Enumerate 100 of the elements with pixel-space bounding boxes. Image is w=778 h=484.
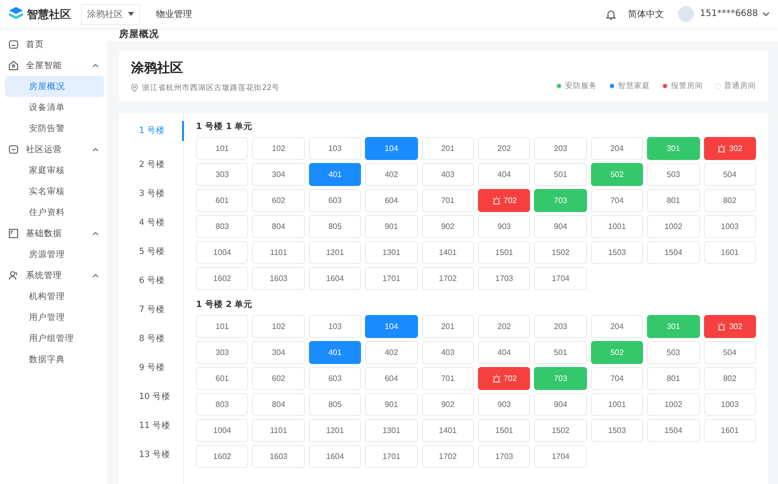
chevron-up-icon[interactable] — [92, 63, 99, 68]
room-tile[interactable]: 403 — [422, 163, 474, 186]
room-tile[interactable]: 204 — [590, 315, 644, 338]
room-tile[interactable]: 503 — [647, 163, 700, 186]
room-tile[interactable]: 203 — [534, 315, 587, 338]
sidebar-group[interactable]: 系统管理 — [0, 265, 107, 286]
room-tile[interactable]: 201 — [422, 315, 474, 338]
room-tile[interactable]: 504 — [704, 163, 756, 186]
building-tab[interactable]: 13 号楼 — [119, 440, 183, 469]
building-tab[interactable]: 4 号楼 — [119, 208, 183, 237]
room-tile[interactable]: 1704 — [534, 445, 587, 468]
user-name[interactable]: 151****6688 — [700, 9, 758, 19]
room-tile[interactable]: 1502 — [534, 241, 587, 264]
room-tile[interactable]: 501 — [534, 341, 587, 364]
room-tile[interactable]: 903 — [478, 215, 530, 238]
room-tile[interactable]: 602 — [252, 189, 305, 212]
room-tile[interactable]: 302 — [704, 315, 756, 338]
room-tile[interactable]: 102 — [252, 137, 305, 160]
building-tab[interactable]: 11 号楼 — [119, 411, 183, 440]
room-tile[interactable]: 603 — [308, 189, 362, 212]
room-tile[interactable]: 1002 — [647, 393, 700, 416]
nav-link[interactable]: 物业管理 — [156, 8, 192, 20]
room-tile[interactable]: 104 — [365, 315, 418, 338]
room-tile[interactable]: 201 — [422, 137, 474, 160]
room-tile[interactable]: 202 — [478, 315, 530, 338]
room-tile[interactable]: 901 — [365, 215, 418, 238]
building-tab[interactable]: 9 号楼 — [119, 353, 183, 382]
sidebar-item[interactable]: 用户管理 — [5, 307, 104, 328]
room-tile[interactable]: 604 — [365, 189, 418, 212]
room-tile[interactable]: 402 — [365, 341, 418, 364]
room-tile[interactable]: 1601 — [704, 419, 756, 442]
room-tile[interactable]: 303 — [196, 341, 248, 364]
room-tile[interactable]: 801 — [647, 189, 700, 212]
room-tile[interactable]: 1602 — [196, 445, 248, 468]
room-tile[interactable]: 902 — [422, 393, 474, 416]
sidebar-item[interactable]: 设备清单 — [5, 97, 104, 118]
room-tile[interactable]: 1401 — [422, 419, 474, 442]
community-select[interactable]: 涂鸦社区 — [81, 4, 140, 24]
room-tile[interactable]: 1604 — [308, 445, 362, 468]
room-tile[interactable]: 203 — [534, 137, 587, 160]
room-tile[interactable]: 202 — [478, 137, 530, 160]
room-tile[interactable]: 504 — [704, 341, 756, 364]
sidebar-group[interactable]: 全屋智能 — [0, 55, 107, 76]
sidebar-item[interactable]: 住户资料 — [5, 202, 104, 223]
room-tile[interactable]: 1604 — [308, 267, 362, 290]
building-tab[interactable]: 10 号楼 — [119, 382, 183, 411]
room-tile[interactable]: 802 — [704, 367, 756, 390]
room-tile[interactable]: 804 — [252, 393, 305, 416]
room-tile[interactable]: 805 — [308, 215, 362, 238]
room-tile[interactable]: 1504 — [647, 419, 700, 442]
room-tile[interactable]: 1001 — [590, 393, 644, 416]
room-tile[interactable]: 1301 — [365, 419, 418, 442]
room-tile[interactable]: 1003 — [704, 215, 756, 238]
room-tile[interactable]: 701 — [422, 367, 474, 390]
building-tab[interactable]: 1 号楼 — [119, 121, 184, 141]
room-tile[interactable]: 804 — [252, 215, 305, 238]
building-tab[interactable]: 2 号楼 — [119, 150, 183, 179]
sidebar-item[interactable]: 安防告警 — [5, 118, 104, 139]
room-tile[interactable]: 704 — [590, 189, 644, 212]
room-tile[interactable]: 404 — [478, 163, 530, 186]
sidebar-item[interactable]: 房屋概况 — [5, 76, 104, 97]
sidebar-group[interactable]: 首页 — [0, 34, 107, 55]
room-tile[interactable]: 401 — [308, 163, 362, 186]
sidebar-item[interactable]: 机构管理 — [5, 286, 104, 307]
room-tile[interactable]: 601 — [196, 367, 248, 390]
room-tile[interactable]: 104 — [365, 137, 418, 160]
room-tile[interactable]: 1702 — [422, 267, 474, 290]
language-label[interactable]: 简体中文 — [628, 8, 664, 20]
sidebar-item[interactable]: 用户组管理 — [5, 328, 104, 349]
room-tile[interactable]: 702 — [478, 189, 530, 212]
building-tab[interactable]: 7 号楼 — [119, 295, 183, 324]
room-tile[interactable]: 904 — [534, 393, 587, 416]
room-tile[interactable]: 702 — [478, 367, 530, 390]
room-tile[interactable]: 1702 — [422, 445, 474, 468]
room-tile[interactable]: 904 — [534, 215, 587, 238]
room-tile[interactable]: 1603 — [252, 267, 305, 290]
sidebar-item[interactable]: 家庭审核 — [5, 160, 104, 181]
room-tile[interactable]: 1003 — [704, 393, 756, 416]
sidebar-item[interactable]: 数据字典 — [5, 349, 104, 370]
room-tile[interactable]: 1201 — [308, 241, 362, 264]
room-tile[interactable]: 103 — [308, 137, 362, 160]
room-tile[interactable]: 302 — [704, 137, 756, 160]
room-tile[interactable]: 704 — [590, 367, 644, 390]
sidebar-item[interactable]: 实名审核 — [5, 181, 104, 202]
chevron-up-icon[interactable] — [92, 147, 99, 152]
chevron-up-icon[interactable] — [92, 231, 99, 236]
room-tile[interactable]: 1502 — [534, 419, 587, 442]
room-tile[interactable]: 902 — [422, 215, 474, 238]
room-tile[interactable]: 102 — [252, 315, 305, 338]
room-tile[interactable]: 1001 — [590, 215, 644, 238]
room-tile[interactable]: 604 — [365, 367, 418, 390]
room-tile[interactable]: 1101 — [252, 419, 305, 442]
room-tile[interactable]: 304 — [252, 341, 305, 364]
room-tile[interactable]: 304 — [252, 163, 305, 186]
room-tile[interactable]: 602 — [252, 367, 305, 390]
room-tile[interactable]: 805 — [308, 393, 362, 416]
room-tile[interactable]: 401 — [308, 341, 362, 364]
building-tab[interactable]: 5 号楼 — [119, 237, 183, 266]
room-tile[interactable]: 101 — [196, 315, 248, 338]
room-tile[interactable]: 802 — [704, 189, 756, 212]
